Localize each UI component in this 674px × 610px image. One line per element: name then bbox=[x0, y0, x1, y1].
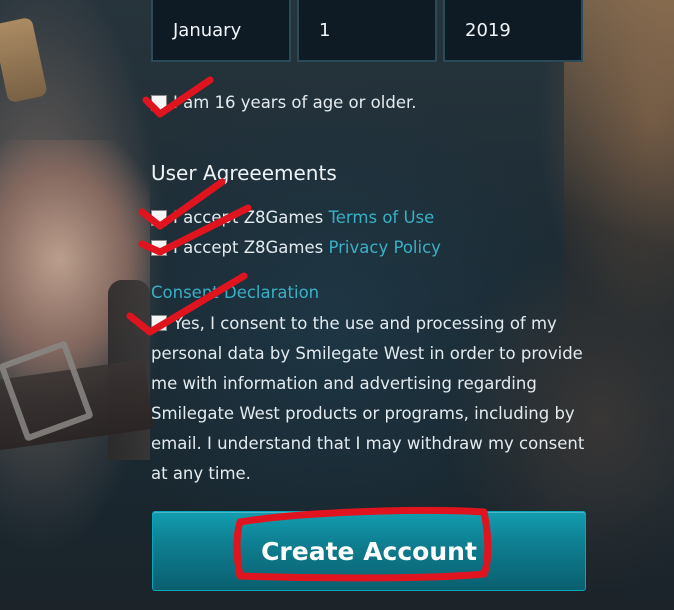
terms-label: I accept Z8Games bbox=[173, 208, 329, 227]
birth-month-value: January bbox=[173, 19, 242, 41]
terms-checkbox[interactable] bbox=[151, 209, 167, 226]
birth-day-select[interactable]: 1 bbox=[297, 0, 437, 62]
date-of-birth-row: January 1 2019 bbox=[151, 0, 583, 62]
create-account-label: Create Account bbox=[261, 536, 477, 566]
consent-declaration-link[interactable]: Consent Declaration bbox=[151, 283, 319, 302]
terms-row: I accept Z8Games Terms of Use bbox=[151, 208, 434, 227]
privacy-checkbox[interactable] bbox=[151, 239, 167, 256]
privacy-policy-link[interactable]: Privacy Policy bbox=[328, 238, 440, 257]
create-account-button[interactable]: Create Account bbox=[152, 511, 586, 591]
birth-year-select[interactable]: 2019 bbox=[443, 0, 583, 62]
birth-day-value: 1 bbox=[319, 19, 331, 41]
age-checkbox[interactable] bbox=[151, 94, 167, 111]
terms-of-use-link[interactable]: Terms of Use bbox=[328, 208, 434, 227]
consent-row: Yes, I consent to the use and processing… bbox=[151, 309, 591, 489]
birth-month-select[interactable]: January bbox=[151, 0, 291, 62]
consent-text: Yes, I consent to the use and processing… bbox=[151, 314, 585, 483]
user-agreements-heading: User Agreeements bbox=[151, 161, 337, 185]
consent-checkbox[interactable] bbox=[151, 315, 167, 331]
privacy-label: I accept Z8Games bbox=[173, 238, 329, 257]
create-account-form: January 1 2019 I am 16 years of age or o… bbox=[0, 0, 674, 610]
birth-year-value: 2019 bbox=[465, 19, 511, 41]
privacy-row: I accept Z8Games Privacy Policy bbox=[151, 238, 441, 257]
age-confirmation-row: I am 16 years of age or older. bbox=[151, 93, 417, 112]
age-checkbox-label: I am 16 years of age or older. bbox=[173, 93, 417, 112]
